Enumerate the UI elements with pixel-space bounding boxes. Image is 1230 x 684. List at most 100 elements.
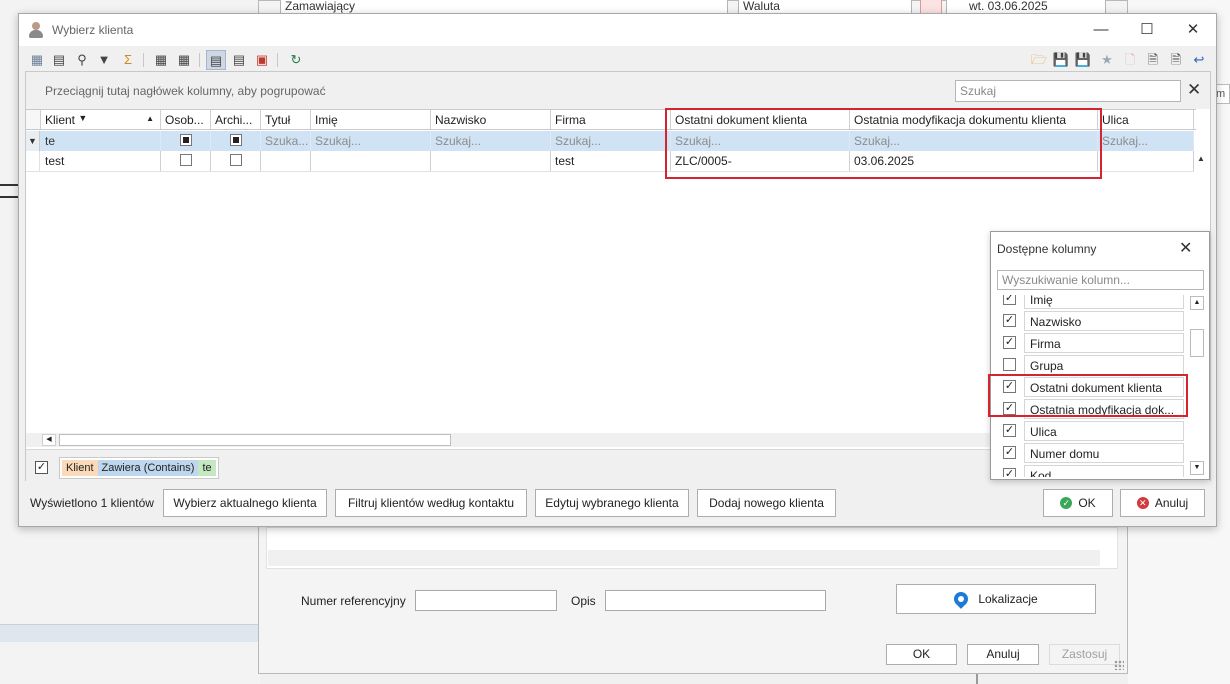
filter-icon[interactable]: ▼ [94,50,114,70]
save-as-icon[interactable]: 💾 [1073,50,1093,70]
checkbox-unchecked-icon[interactable] [1003,358,1016,371]
cell-firma[interactable]: test [551,151,671,171]
filter-firma-input[interactable]: Szukaj... [551,131,671,151]
checkbox-unchecked-icon[interactable] [179,154,192,166]
filter-token-operator[interactable]: Zawiera (Contains) [97,460,199,476]
checkbox-indeterminate-icon[interactable] [179,134,192,146]
maximize-icon[interactable]: ☐ [1132,20,1162,40]
scroll-thumb[interactable] [1190,329,1204,357]
undo-icon[interactable]: ↩ [1189,50,1209,70]
minimize-icon[interactable]: — [1086,20,1116,40]
scroll-up-arrow-icon[interactable]: ▲ [1194,152,1208,166]
zamawiajacy-field[interactable]: Zamawiający [280,0,728,14]
column-list-scrollbar[interactable]: ▲ ▼ [1189,295,1205,477]
cell-ulica[interactable] [1098,151,1194,171]
close-icon[interactable]: ✕ [1178,20,1208,40]
date-field[interactable]: wt. 03.06.2025 [946,0,1106,14]
checkbox-checked-icon[interactable]: ✓ [1003,468,1016,477]
column-list-item[interactable]: ✓ Firma [991,332,1189,354]
column-list-item[interactable]: Grupa [991,354,1189,376]
column-header-ulica[interactable]: Ulica [1098,110,1194,129]
expand-groups-icon[interactable]: ▦ [151,50,171,70]
export-icon[interactable]: 🗎 [1166,50,1186,70]
column-header-klient[interactable]: Klient ▼ ▲ [41,110,161,129]
table-view-icon[interactable]: ▤ [206,50,226,70]
tiles-view-icon[interactable]: ▣ [252,50,272,70]
resize-grip-icon[interactable] [1114,660,1124,670]
grid-search-input[interactable]: Szukaj [955,80,1181,102]
filter-nazwisko-input[interactable]: Szukaj... [431,131,551,151]
cell-archi[interactable] [211,151,261,171]
scroll-thumb[interactable] [59,434,451,446]
filter-by-contact-button[interactable]: Filtruj klientów według kontaktu [335,489,527,517]
checkbox-unchecked-icon[interactable] [229,154,242,166]
cell-osob[interactable] [161,151,211,171]
opis-input[interactable] [605,590,826,611]
column-list-item[interactable]: ✓ Ulica [991,420,1189,442]
column-list-item[interactable]: ✓ Kod [991,464,1189,477]
list-view-icon[interactable]: ▤ [49,50,69,70]
filter-tytul-input[interactable]: Szuka... [261,131,311,151]
column-header-nazwisko[interactable]: Nazwisko [431,110,551,129]
column-header-tytul[interactable]: Tytuł [261,110,311,129]
column-header-imie[interactable]: Imię [311,110,431,129]
column-list-item[interactable]: ✓ Nazwisko [991,310,1189,332]
grid-hscrollbar[interactable]: ◀ [26,433,1006,447]
background-ok-button[interactable]: OK [886,644,957,665]
cell-klient[interactable]: test [41,151,161,171]
favorite-star-icon[interactable]: ★ [1097,50,1117,70]
filter-archi-checkbox[interactable] [211,131,261,151]
filter-enabled-checkbox[interactable]: ✓ [35,461,48,474]
sum-icon[interactable]: Σ [118,50,138,70]
search-close-icon[interactable]: ✕ [1187,80,1201,100]
waluta-field[interactable]: Waluta [738,0,912,14]
numer-referencyjny-input[interactable] [415,590,557,611]
checkbox-checked-icon[interactable]: ✓ [1003,424,1016,437]
filter-imie-input[interactable]: Szukaj... [311,131,431,151]
filter-expression[interactable]: Klient Zawiera (Contains) te [59,457,219,479]
filter-token-field[interactable]: Klient [62,460,98,476]
bookmark-icon[interactable]: 🗋 [1120,50,1140,70]
column-chooser-close-icon[interactable]: ✕ [1179,238,1192,258]
dialog-titlebar[interactable]: Wybierz klienta — ☐ ✕ [19,14,1216,46]
scroll-up-arrow-icon[interactable]: ▲ [1190,296,1204,310]
checkbox-indeterminate-icon[interactable] [229,134,242,146]
print-preview-icon[interactable]: 🗎 [1143,50,1163,70]
save-icon[interactable]: 💾 [1051,50,1071,70]
open-folder-icon[interactable]: 🗁 [1029,50,1049,70]
refresh-icon[interactable]: ↻ [286,50,306,70]
cell-imie[interactable] [311,151,431,171]
add-new-client-button[interactable]: Dodaj nowego klienta [697,489,836,517]
checkbox-checked-icon[interactable]: ✓ [1003,314,1016,327]
lokalizacje-button[interactable]: Lokalizacje [896,584,1096,614]
cell-nazwisko[interactable] [431,151,551,171]
group-by-bar[interactable]: Przeciągnij tutaj nagłówek kolumny, aby … [26,72,1210,109]
filter-klient-input[interactable]: te [41,131,161,151]
column-header-osob[interactable]: Osob... [161,110,211,129]
background-cancel-button[interactable]: Anuluj [967,644,1039,665]
background-apply-button[interactable]: Zastosuj [1049,644,1120,665]
calendar-icon[interactable] [920,0,942,14]
cell-tytul[interactable] [261,151,311,171]
filter-ulica-input[interactable]: Szukaj... [1098,131,1194,151]
scroll-left-arrow-icon[interactable]: ◀ [42,434,56,446]
select-current-client-button[interactable]: Wybierz aktualnego klienta [163,489,327,517]
ok-button[interactable]: ✓ OK [1043,489,1113,517]
checkbox-checked-icon[interactable]: ✓ [1003,295,1016,305]
column-search-input[interactable]: Wyszukiwanie kolumn... [997,270,1204,290]
background-hscrollbar[interactable] [268,550,1100,566]
column-list-item[interactable]: ✓ Imię [991,295,1189,310]
cancel-button[interactable]: ✕ Anuluj [1120,489,1205,517]
column-list-item[interactable]: ✓ Numer domu [991,442,1189,464]
scroll-down-arrow-icon[interactable]: ▼ [1190,461,1204,475]
search-icon[interactable]: ⚲ [72,50,92,70]
column-header-archi[interactable]: Archi... [211,110,261,129]
checkbox-checked-icon[interactable]: ✓ [1003,446,1016,459]
card-view-icon[interactable]: ▤ [229,50,249,70]
filter-token-value[interactable]: te [198,460,216,476]
filter-osob-checkbox[interactable] [161,131,211,151]
column-header-firma[interactable]: Firma [551,110,671,129]
collapse-groups-icon[interactable]: ▦ [174,50,194,70]
user-settings-icon[interactable]: ▦ [27,50,47,70]
edit-selected-client-button[interactable]: Edytuj wybranego klienta [535,489,689,517]
